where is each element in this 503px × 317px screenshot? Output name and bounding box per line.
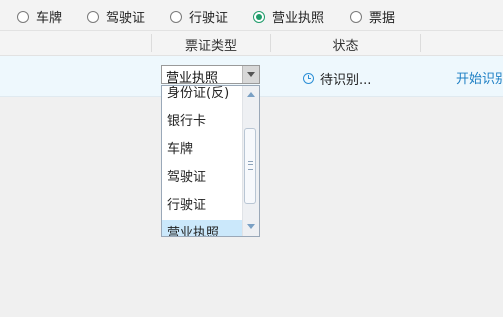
scrollbar-thumb[interactable] xyxy=(244,128,256,204)
ticket-type-combobox[interactable]: 营业执照 xyxy=(161,65,260,86)
dropdown-item-business-license[interactable]: 营业执照 xyxy=(162,220,244,236)
dropdown-item-license-plate[interactable]: 车牌 xyxy=(162,136,244,164)
radio-label: 驾驶证 xyxy=(106,11,146,26)
dropdown-item-id-card-back[interactable]: 身份证(反) xyxy=(162,86,244,108)
column-divider xyxy=(420,34,421,52)
radio-button-icon[interactable] xyxy=(170,10,182,23)
radio-label: 行驶证 xyxy=(189,11,229,26)
ticket-type-dropdown-list: 身份证(反) 银行卡 车牌 驾驶证 行驶证 营业执照 xyxy=(161,85,260,237)
radio-option-business-license[interactable]: 营业执照 xyxy=(253,7,324,26)
chevron-down-icon[interactable] xyxy=(242,66,259,83)
scroll-up-arrow-icon[interactable] xyxy=(247,92,255,97)
dropdown-item-driver-license[interactable]: 驾驶证 xyxy=(162,164,244,192)
dropdown-item-vehicle-license[interactable]: 行驶证 xyxy=(162,192,244,220)
radio-option-receipt[interactable]: 票据 xyxy=(350,7,395,26)
start-recognition-link[interactable]: 开始识别 xyxy=(456,68,503,87)
dropdown-items: 身份证(反) 银行卡 车牌 驾驶证 行驶证 营业执照 xyxy=(162,86,244,236)
dropdown-item-bank-card[interactable]: 银行卡 xyxy=(162,108,244,136)
radio-button-icon[interactable] xyxy=(350,10,362,23)
radio-label: 票据 xyxy=(369,11,396,26)
status-text: 待识别... xyxy=(320,73,372,88)
grip-icon xyxy=(248,161,253,170)
radio-button-checked-icon[interactable] xyxy=(253,10,265,23)
radio-button-icon[interactable] xyxy=(87,10,99,23)
radio-label: 营业执照 xyxy=(272,11,325,26)
radio-option-driver-license[interactable]: 驾驶证 xyxy=(87,7,145,26)
combobox-value: 营业执照 xyxy=(166,71,219,86)
column-header-status[interactable]: 状态 xyxy=(271,35,420,54)
ticket-type-radio-group: 车牌 驾驶证 行驶证 营业执照 票据 xyxy=(0,0,503,31)
radio-label: 车牌 xyxy=(36,11,63,26)
table-header: 票证类型 状态 xyxy=(0,31,503,56)
radio-option-license-plate[interactable]: 车牌 xyxy=(17,7,62,26)
radio-button-icon[interactable] xyxy=(17,10,29,23)
clock-icon xyxy=(303,73,314,84)
radio-option-vehicle-license[interactable]: 行驶证 xyxy=(170,7,228,26)
scroll-down-arrow-icon[interactable] xyxy=(247,224,255,229)
dropdown-scrollbar[interactable] xyxy=(242,86,259,236)
status-cell: 待识别... xyxy=(303,69,371,88)
column-header-ticket-type[interactable]: 票证类型 xyxy=(152,35,270,54)
